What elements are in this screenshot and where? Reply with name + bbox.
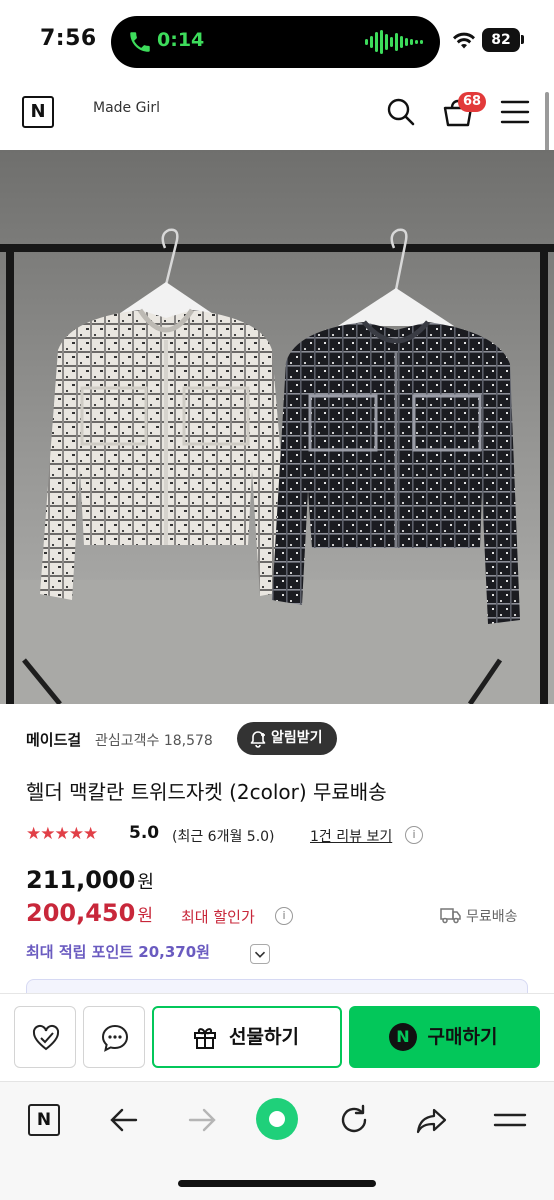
sale-price: 200,450 원	[26, 899, 153, 927]
naver-logo-button[interactable]: N	[22, 96, 54, 128]
status-bar: 7:56 0:14 82	[0, 0, 554, 84]
gift-button[interactable]: 선물하기	[152, 1006, 342, 1068]
reload-icon[interactable]	[336, 1102, 372, 1138]
status-time: 7:56	[40, 26, 97, 51]
buy-button[interactable]: N 구매하기	[349, 1006, 540, 1068]
naver-home-button[interactable]: N	[28, 1104, 60, 1136]
app-header: N Made Girl 68	[0, 84, 554, 150]
original-price-value: 211,000	[26, 866, 136, 894]
back-arrow-icon[interactable]	[106, 1102, 142, 1138]
wifi-icon	[453, 32, 475, 49]
review-info-icon[interactable]: i	[405, 826, 423, 844]
store-row: 메이드걸 관심고객수 18,578 알림받기	[26, 722, 536, 756]
battery-indicator: 82	[482, 28, 520, 52]
original-price: 211,000 원	[26, 866, 154, 894]
home-indicator[interactable]	[178, 1180, 376, 1187]
review-link[interactable]: 1건 리뷰 보기	[310, 826, 392, 846]
dynamic-island[interactable]: 0:14	[111, 16, 440, 68]
purchase-bar: 선물하기 N 구매하기	[0, 993, 554, 1081]
rating-recent: (최근 6개월 5.0)	[172, 829, 275, 845]
store-name-logo[interactable]: Made Girl	[93, 100, 160, 116]
max-discount-label: 최대 할인가	[181, 908, 255, 926]
alarm-button-label: 알림받기	[271, 730, 323, 746]
cart-count-badge: 68	[458, 92, 486, 112]
chevron-down-icon[interactable]	[250, 944, 270, 964]
call-timer: 0:14	[157, 29, 205, 51]
chat-bubble-icon	[101, 1024, 129, 1052]
free-shipping: 무료배송	[440, 906, 518, 926]
phone-icon	[130, 32, 150, 52]
audio-wave-icon	[365, 30, 423, 54]
share-icon[interactable]	[414, 1102, 450, 1138]
green-dot-home-button[interactable]	[256, 1098, 298, 1140]
alarm-button[interactable]: 알림받기	[237, 722, 337, 755]
store-label[interactable]: 메이드걸	[26, 729, 81, 750]
free-shipping-label: 무료배송	[466, 909, 518, 925]
sale-row: 200,450 원 최대 할인가 i 무료배송	[26, 899, 536, 933]
buy-button-label: 구매하기	[427, 1026, 498, 1048]
points-label: 최대 적립 포인트 20,370원	[26, 943, 210, 961]
discount-info-icon[interactable]: i	[275, 907, 293, 925]
points-row[interactable]: 최대 적립 포인트 20,370원	[26, 941, 270, 967]
rating-value: 5.0	[129, 823, 160, 843]
interest-count: 관심고객수 18,578	[95, 733, 213, 749]
product-photo	[0, 150, 554, 704]
original-price-unit: 원	[137, 872, 154, 893]
naver-pay-badge: N	[389, 1023, 417, 1051]
menu-icon[interactable]	[500, 99, 530, 125]
star-rating-icons: ★★★★★	[26, 824, 98, 844]
product-image[interactable]	[0, 150, 554, 704]
search-icon[interactable]	[386, 97, 416, 127]
rating-row: ★★★★★ 5.0 (최근 6개월 5.0) 1건 리뷰 보기 i	[26, 822, 536, 850]
battery-nub	[521, 35, 524, 44]
talk-button[interactable]	[83, 1006, 145, 1068]
sale-price-value: 200,450	[26, 899, 136, 927]
sale-price-unit: 원	[137, 906, 153, 926]
heart-check-icon	[32, 1024, 60, 1051]
gift-icon	[194, 1028, 216, 1049]
bell-plus-icon	[250, 731, 266, 748]
wishlist-button[interactable]	[14, 1006, 76, 1068]
forward-arrow-icon[interactable]	[184, 1102, 220, 1138]
truck-icon	[440, 908, 461, 924]
gift-button-label: 선물하기	[229, 1026, 299, 1048]
product-title: 헬더 맥칼란 트위드자켓 (2color) 무료배송	[26, 780, 387, 804]
more-menu-icon[interactable]	[492, 1102, 528, 1138]
